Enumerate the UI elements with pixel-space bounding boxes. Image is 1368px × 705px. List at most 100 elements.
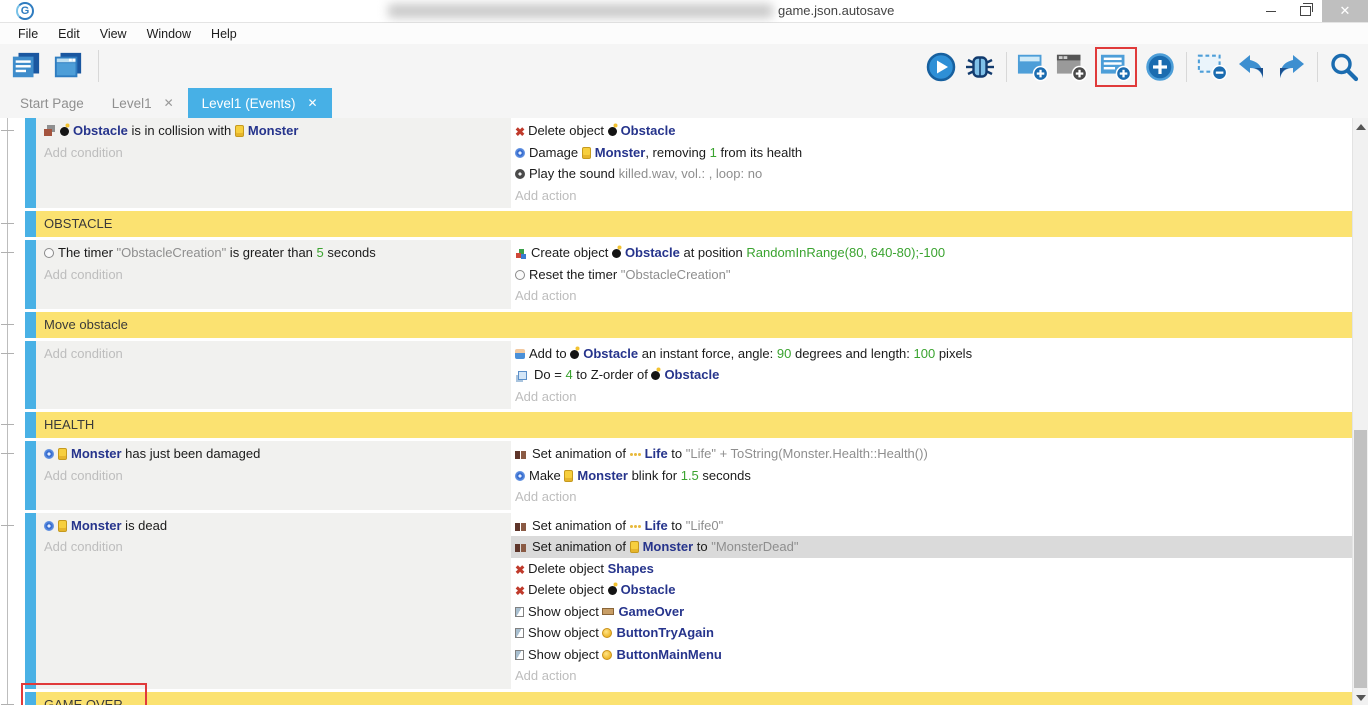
action-row[interactable]: Damage Monster, removing 1 from its heal… xyxy=(515,142,1352,164)
add-scene-event-button[interactable] xyxy=(1017,51,1049,83)
event-text: seconds xyxy=(324,245,376,260)
life-icon xyxy=(630,453,633,456)
conditions-column: The timer "ObstacleCreation" is greater … xyxy=(36,240,511,309)
project-manager-icon[interactable] xyxy=(10,50,42,82)
add-condition-button[interactable]: Add condition xyxy=(44,264,511,286)
sound-icon xyxy=(515,169,525,179)
action-row[interactable]: Delete object Shapes xyxy=(515,558,1352,580)
button-icon xyxy=(602,650,612,660)
comment-label: HEALTH xyxy=(44,417,94,432)
annotation-box-toolbar xyxy=(1095,47,1137,87)
debugger-button[interactable] xyxy=(964,51,996,83)
add-condition-button[interactable]: Add condition xyxy=(44,343,511,365)
bomb-icon xyxy=(60,127,69,136)
gameover-icon xyxy=(602,608,614,615)
scrollbar-thumb[interactable] xyxy=(1354,430,1367,688)
action-row[interactable]: Set animation of Life to "Life0" xyxy=(515,515,1352,537)
delete-selection-button[interactable] xyxy=(1197,51,1229,83)
action-row[interactable]: Make Monster blink for 1.5 seconds xyxy=(515,465,1352,487)
add-comment-event-button[interactable] xyxy=(1056,51,1088,83)
scroll-up-arrow-icon[interactable] xyxy=(1356,124,1366,130)
behavior-icon xyxy=(515,471,525,481)
add-standard-event-button[interactable] xyxy=(1100,51,1132,83)
condition-row[interactable]: Obstacle is in collision with Monster xyxy=(44,120,511,142)
add-action-button[interactable]: Add action xyxy=(515,665,1352,687)
tab-close-icon[interactable]: ✕ xyxy=(164,96,174,110)
add-condition-button[interactable]: Add condition xyxy=(44,465,511,487)
event-text: Delete object xyxy=(528,561,608,576)
object-name: Obstacle xyxy=(583,346,638,361)
condition-row[interactable]: Monster has just been damaged xyxy=(44,443,511,465)
toolbar-separator xyxy=(1006,52,1007,82)
close-button[interactable]: ✕ xyxy=(1322,0,1368,22)
monster-icon xyxy=(58,520,67,532)
comment-row[interactable]: OBSTACLE xyxy=(25,211,1352,237)
start-page-icon[interactable] xyxy=(52,50,84,82)
event-text: The timer xyxy=(58,245,117,260)
tab-close-icon[interactable]: ✕ xyxy=(307,96,317,110)
menu-help[interactable]: Help xyxy=(201,27,247,41)
event-text: Delete object xyxy=(528,582,608,597)
redo-button[interactable] xyxy=(1275,51,1307,83)
condition-row[interactable]: Monster is dead xyxy=(44,515,511,537)
action-row[interactable]: Delete object Obstacle xyxy=(515,579,1352,601)
action-row[interactable]: Add to Obstacle an instant force, angle:… xyxy=(515,343,1352,365)
object-name: Monster xyxy=(71,518,122,533)
event-text: is in collision with xyxy=(128,123,235,138)
conditions-column: Monster is deadAdd condition xyxy=(36,513,511,689)
add-action-button[interactable]: Add action xyxy=(515,486,1352,508)
monster-icon xyxy=(630,541,639,553)
menu-file[interactable]: File xyxy=(8,27,48,41)
bomb-icon xyxy=(612,249,621,258)
toolbar-separator xyxy=(1317,52,1318,82)
action-row[interactable]: Do = 4 to Z-order of Obstacle xyxy=(515,364,1352,386)
add-action-button[interactable]: Add action xyxy=(515,285,1352,307)
action-row[interactable]: Show object GameOver xyxy=(515,601,1352,623)
action-row[interactable]: Show object ButtonMainMenu xyxy=(515,644,1352,666)
event-text: Show object xyxy=(528,604,602,619)
undo-button[interactable] xyxy=(1236,51,1268,83)
event-text: seconds xyxy=(699,468,751,483)
bomb-icon xyxy=(608,127,617,136)
add-action-button[interactable]: Add action xyxy=(515,386,1352,408)
tab-level1[interactable]: Level1✕ xyxy=(98,88,188,118)
search-button[interactable] xyxy=(1328,51,1360,83)
action-row[interactable]: Set animation of Monster to "MonsterDead… xyxy=(511,536,1352,558)
event-text: Show object xyxy=(528,625,602,640)
preview-button[interactable] xyxy=(925,51,957,83)
event-text: Make xyxy=(529,468,564,483)
minimize-button[interactable] xyxy=(1254,0,1288,22)
comment-row[interactable]: Move obstacle xyxy=(25,312,1352,338)
scroll-down-arrow-icon[interactable] xyxy=(1356,695,1366,701)
menu-view[interactable]: View xyxy=(90,27,137,41)
maximize-button[interactable] xyxy=(1288,0,1322,22)
action-row[interactable]: Delete object Obstacle xyxy=(515,120,1352,142)
add-condition-button[interactable]: Add condition xyxy=(44,536,511,558)
add-event-button[interactable] xyxy=(1144,51,1176,83)
vertical-scrollbar[interactable] xyxy=(1352,118,1368,705)
show-icon xyxy=(515,607,524,617)
annotation-box-comment xyxy=(21,683,147,705)
menu-edit[interactable]: Edit xyxy=(48,27,90,41)
event-text: , removing xyxy=(645,145,709,160)
action-row[interactable]: Reset the timer "ObstacleCreation" xyxy=(515,264,1352,286)
tab-start-page[interactable]: Start Page xyxy=(6,88,98,118)
event-text: pixels xyxy=(935,346,972,361)
tab-bar: Start PageLevel1✕ Level1 (Events) ✕ xyxy=(0,88,1368,118)
action-row[interactable]: Play the sound killed.wav, vol.: , loop:… xyxy=(515,163,1352,185)
comment-row[interactable]: GAME OVER xyxy=(25,692,1352,705)
condition-row[interactable]: The timer "ObstacleCreation" is greater … xyxy=(44,242,511,264)
tab-label: Level1 (Events) xyxy=(202,96,296,111)
add-condition-button[interactable]: Add condition xyxy=(44,142,511,164)
tab-level1-events-[interactable]: Level1 (Events) ✕ xyxy=(188,88,332,118)
toolbar-right xyxy=(925,48,1360,86)
action-row[interactable]: Show object ButtonTryAgain xyxy=(515,622,1352,644)
action-row[interactable]: Create object Obstacle at position Rando… xyxy=(515,242,1352,264)
event-text: Add to xyxy=(529,346,570,361)
delete-icon xyxy=(515,559,525,580)
action-row[interactable]: Set animation of Life to "Life" + ToStri… xyxy=(515,443,1352,465)
add-action-button[interactable]: Add action xyxy=(515,185,1352,207)
comment-row[interactable]: HEALTH xyxy=(25,412,1352,438)
menu-window[interactable]: Window xyxy=(137,27,201,41)
event-text: Show object xyxy=(528,647,602,662)
